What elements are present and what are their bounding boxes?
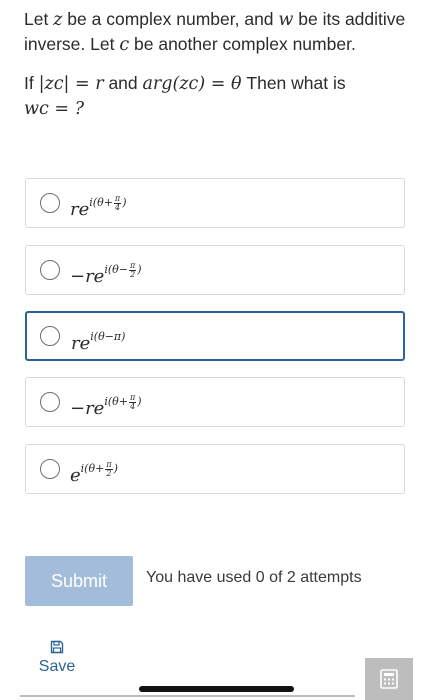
answer-label: ei(θ+ π 2) [70,459,118,486]
answer-option-1[interactable]: rei(θ+ π 4) [25,178,405,228]
attempts-status: You have used 0 of 2 attempts [146,569,362,586]
answer-option-4[interactable]: −rei(θ+ π 4) [25,377,405,427]
radio-button[interactable] [40,392,60,412]
answer-option-5[interactable]: ei(θ+ π 2) [25,444,405,494]
radio-button[interactable] [40,326,60,346]
radio-button[interactable] [40,260,60,280]
floppy-disk-icon [50,640,64,654]
save-button[interactable]: Save [37,640,77,676]
home-indicator [139,686,294,692]
question-text: Let z be a complex number, and w be its … [24,8,409,121]
answer-label: rei(θ+ π 4) [70,193,127,220]
calculator-button[interactable] [365,658,413,700]
save-label: Save [38,658,76,675]
footer-divider [20,695,355,697]
answer-label: −rei(θ− π 2) [70,260,142,287]
radio-button[interactable] [40,193,60,213]
answer-label: rei(θ−π) [71,330,126,354]
radio-button[interactable] [40,459,60,479]
question-intro: Let z be a complex number, and w be its … [24,9,406,55]
submit-button[interactable]: Submit [25,556,133,606]
answer-label: −rei(θ+ π 4) [70,392,142,419]
question-prompt: If |zc| = r and arg(zc) = θ Then what is… [24,73,346,119]
answer-option-3[interactable]: rei(θ−π) [25,311,405,361]
calculator-icon [380,669,398,689]
answer-option-2[interactable]: −rei(θ− π 2) [25,245,405,295]
